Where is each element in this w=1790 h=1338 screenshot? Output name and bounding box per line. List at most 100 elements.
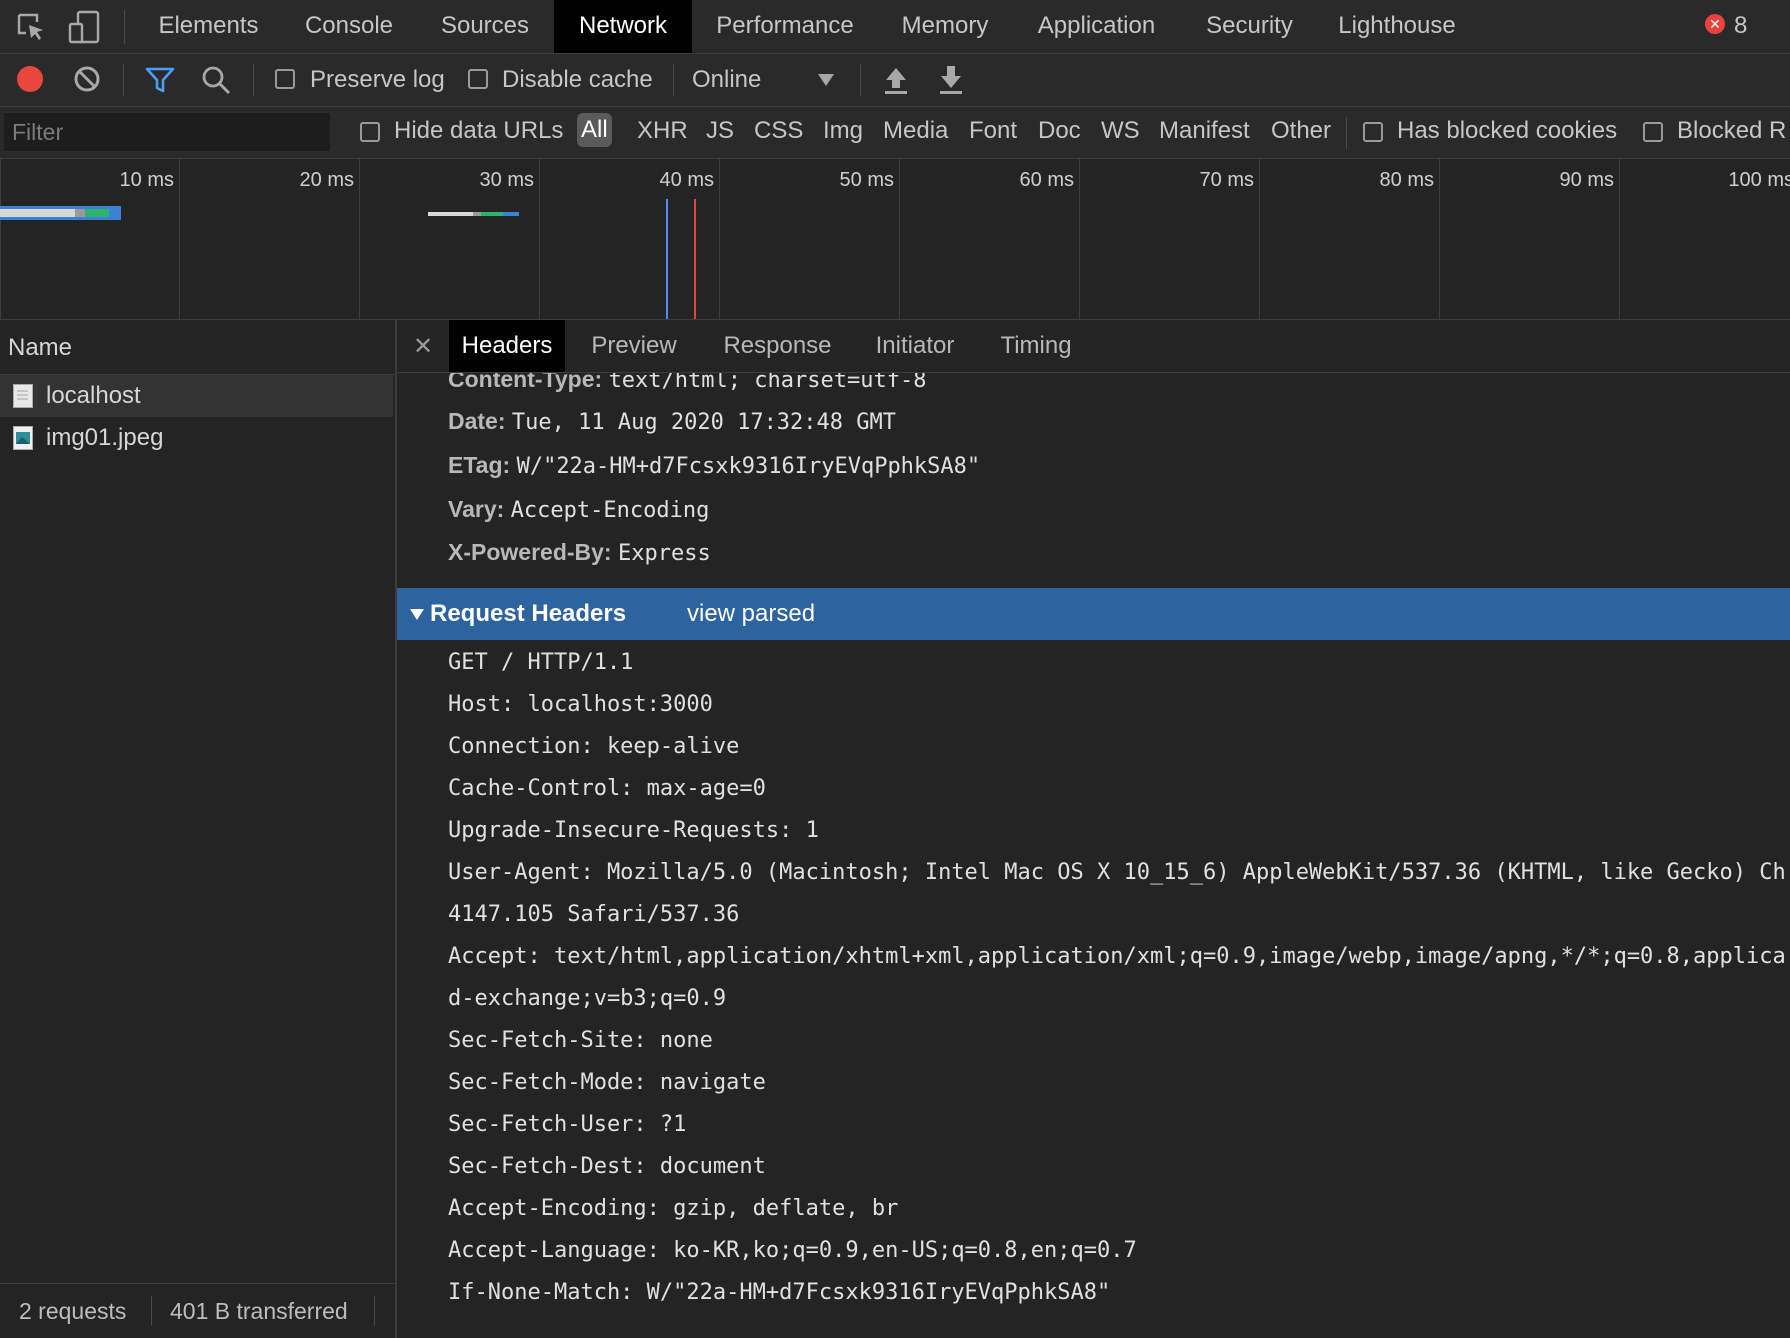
header-name: Vary: xyxy=(448,496,505,522)
error-icon[interactable]: ✕ xyxy=(1705,14,1725,34)
device-toolbar-icon[interactable] xyxy=(68,10,102,44)
waterfall-bar xyxy=(428,212,473,216)
detail-tabs: ✕ Headers Preview Response Initiator Tim… xyxy=(397,320,1790,373)
filter-type-manifest[interactable]: Manifest xyxy=(1159,117,1250,145)
request-header-line: If-None-Match: W/"22a-HM+d7Fcsxk9316IryE… xyxy=(448,1280,1111,1305)
response-header-row: ETag: W/"22a-HM+d7Fcsxk9316IryEVqPphkSA8… xyxy=(448,452,980,479)
header-name: X-Powered-By: xyxy=(448,539,612,565)
has-blocked-cookies-label[interactable]: Has blocked cookies xyxy=(1397,117,1617,145)
request-header-line: Sec-Fetch-Dest: document xyxy=(448,1154,766,1179)
list-item[interactable]: localhost xyxy=(0,375,393,417)
request-list: Name localhost img01.jpeg 2 requests 401… xyxy=(0,320,397,1338)
hide-data-urls-label[interactable]: Hide data URLs xyxy=(394,117,563,145)
name-column-header[interactable]: Name xyxy=(0,320,395,375)
tab-security[interactable]: Security xyxy=(1197,0,1302,53)
filter-type-all[interactable]: All xyxy=(577,113,612,147)
filter-type-img[interactable]: Img xyxy=(823,117,863,145)
request-name: img01.jpeg xyxy=(46,424,164,451)
header-value: Accept-Encoding xyxy=(510,498,710,523)
clear-icon[interactable] xyxy=(73,65,101,93)
tab-lighthouse[interactable]: Lighthouse xyxy=(1332,0,1462,53)
waterfall-bar-segment xyxy=(503,212,519,216)
tab-application[interactable]: Application xyxy=(1028,0,1165,53)
tab-memory[interactable]: Memory xyxy=(890,0,1000,53)
filter-type-ws[interactable]: WS xyxy=(1101,117,1140,145)
load-event-line xyxy=(694,199,696,319)
name-column-label: Name xyxy=(8,334,73,361)
tab-elements[interactable]: Elements xyxy=(145,0,272,53)
tick-label: 70 ms xyxy=(1199,169,1254,191)
filter-type-doc[interactable]: Doc xyxy=(1038,117,1081,145)
document-icon xyxy=(13,384,33,408)
request-count: 2 requests xyxy=(19,1298,127,1324)
request-name: localhost xyxy=(46,382,141,409)
blocked-requests-label[interactable]: Blocked R xyxy=(1677,117,1786,145)
request-header-line: Accept-Language: ko-KR,ko;q=0.9,en-US;q=… xyxy=(448,1238,1137,1263)
filter-type-font[interactable]: Font xyxy=(969,117,1017,145)
tab-headers[interactable]: Headers xyxy=(449,320,565,372)
devtools-tab-bar: Elements Console Sources Network Perform… xyxy=(0,0,1790,54)
transferred-size: 401 B transferred xyxy=(170,1298,348,1324)
view-parsed-link[interactable]: view parsed xyxy=(687,600,815,628)
tab-preview[interactable]: Preview xyxy=(579,320,689,372)
tick-label: 20 ms xyxy=(299,169,354,191)
tab-sources[interactable]: Sources xyxy=(425,0,545,53)
preserve-log-checkbox[interactable] xyxy=(275,69,295,89)
filter-type-xhr[interactable]: XHR xyxy=(637,117,688,145)
network-toolbar: Preserve log Disable cache Online xyxy=(0,54,1790,107)
triangle-down-icon[interactable] xyxy=(410,609,424,620)
request-header-line: Sec-Fetch-User: ?1 xyxy=(448,1112,687,1137)
record-button[interactable] xyxy=(17,66,43,92)
tick-label: 10 ms xyxy=(119,169,174,191)
header-value: Tue, 11 Aug 2020 17:32:48 GMT xyxy=(511,410,897,435)
filter-type-other[interactable]: Other xyxy=(1271,117,1331,145)
import-har-icon[interactable] xyxy=(882,64,910,96)
header-value: W/"22a-HM+d7Fcsxk9316IryEVqPphkSA8" xyxy=(516,454,981,479)
tab-timing[interactable]: Timing xyxy=(986,320,1086,372)
tab-console[interactable]: Console xyxy=(290,0,408,53)
response-header-row: Vary: Accept-Encoding xyxy=(448,496,709,523)
blocked-requests-checkbox[interactable] xyxy=(1643,122,1663,142)
filter-input[interactable] xyxy=(4,113,330,151)
request-header-line: Host: localhost:3000 xyxy=(448,692,713,717)
request-header-line: Sec-Fetch-Mode: navigate xyxy=(448,1070,766,1095)
export-har-icon[interactable] xyxy=(937,64,965,96)
request-header-line: User-Agent: Mozilla/5.0 (Macintosh; Inte… xyxy=(448,860,1786,885)
disable-cache-label[interactable]: Disable cache xyxy=(502,66,653,94)
close-icon[interactable]: ✕ xyxy=(413,332,433,361)
header-name: ETag: xyxy=(448,452,511,478)
tick-label: 60 ms xyxy=(1019,169,1074,191)
hide-data-urls-checkbox[interactable] xyxy=(360,122,380,142)
request-details: Content-Type: text/html; charset=utf-8 D… xyxy=(397,320,1790,1338)
filter-type-media[interactable]: Media xyxy=(883,117,948,145)
preserve-log-label[interactable]: Preserve log xyxy=(310,66,445,94)
network-status-bar: 2 requests 401 B transferred xyxy=(0,1283,395,1338)
tab-response[interactable]: Response xyxy=(710,320,845,372)
waterfall-bar-segment xyxy=(481,212,503,216)
tab-initiator[interactable]: Initiator xyxy=(860,320,970,372)
inspect-element-icon[interactable] xyxy=(16,12,46,42)
tick-label: 100 ms xyxy=(1728,169,1790,191)
request-headers-section-header[interactable]: Request Headers view parsed xyxy=(397,588,1790,640)
filter-type-js[interactable]: JS xyxy=(706,117,734,145)
timeline-overview[interactable]: 10 ms 20 ms 30 ms 40 ms 50 ms 60 ms 70 m… xyxy=(0,159,1790,320)
waterfall-bar-segment xyxy=(85,209,109,217)
throttling-select[interactable]: Online xyxy=(692,66,761,94)
search-icon[interactable] xyxy=(201,65,231,95)
error-count[interactable]: 8 xyxy=(1734,12,1747,40)
response-header-row: Date: Tue, 11 Aug 2020 17:32:48 GMT xyxy=(448,408,896,435)
disable-cache-checkbox[interactable] xyxy=(468,69,488,89)
chevron-down-icon[interactable] xyxy=(818,74,834,86)
waterfall-bar-segment xyxy=(0,209,75,217)
tab-performance[interactable]: Performance xyxy=(705,0,865,53)
has-blocked-cookies-checkbox[interactable] xyxy=(1363,122,1383,142)
filter-icon[interactable] xyxy=(145,66,175,94)
request-headers-title: Request Headers xyxy=(430,600,627,627)
filter-bar: Hide data URLs All XHR JS CSS Img Media … xyxy=(0,107,1790,159)
filter-type-css[interactable]: CSS xyxy=(754,117,803,145)
tab-network[interactable]: Network xyxy=(554,0,692,53)
tick-label: 50 ms xyxy=(839,169,894,191)
tick-label: 30 ms xyxy=(479,169,534,191)
list-item[interactable]: img01.jpeg xyxy=(0,417,393,459)
tick-label: 40 ms xyxy=(659,169,714,191)
